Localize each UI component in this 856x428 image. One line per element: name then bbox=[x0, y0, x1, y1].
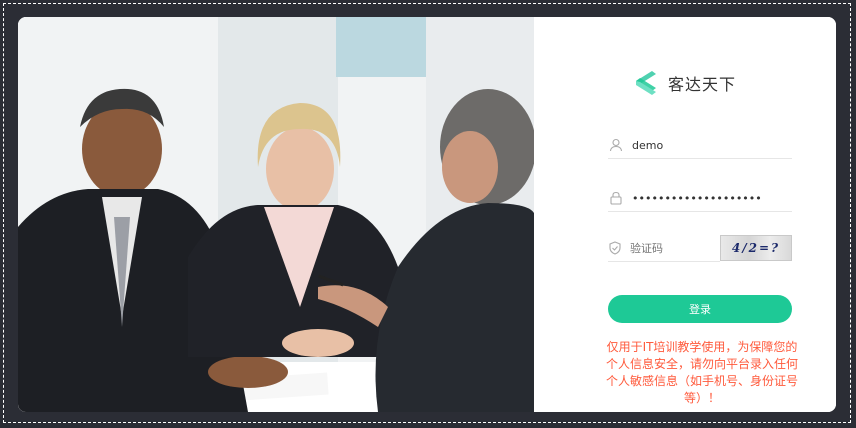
hero-photo bbox=[18, 17, 534, 412]
login-panel: 客达天下 •••••••••••••••••••• 4/2=? 登录 仅用于IT… bbox=[534, 17, 836, 412]
brand-name: 客达天下 bbox=[668, 75, 737, 94]
user-icon bbox=[608, 137, 624, 153]
shield-icon bbox=[608, 240, 622, 256]
business-meeting-illustration bbox=[18, 17, 534, 412]
password-input[interactable]: •••••••••••••••••••• bbox=[632, 192, 772, 205]
captcha-field[interactable] bbox=[608, 235, 770, 262]
captcha-image[interactable]: 4/2=? bbox=[720, 235, 792, 261]
chevron-logo-icon bbox=[630, 68, 660, 98]
password-field[interactable]: •••••••••••••••••••• bbox=[608, 185, 792, 212]
login-card: 客达天下 •••••••••••••••••••• 4/2=? 登录 仅用于IT… bbox=[18, 17, 836, 412]
username-field[interactable] bbox=[608, 132, 792, 159]
login-button[interactable]: 登录 bbox=[608, 295, 792, 323]
lock-icon bbox=[608, 190, 624, 206]
username-input[interactable] bbox=[632, 138, 772, 152]
brand-logo: 客达天下 bbox=[630, 68, 736, 98]
privacy-notice: 仅用于IT培训教学使用，为保障您的个人信息安全，请勿向平台录入任何个人敏感信息（… bbox=[605, 340, 798, 405]
